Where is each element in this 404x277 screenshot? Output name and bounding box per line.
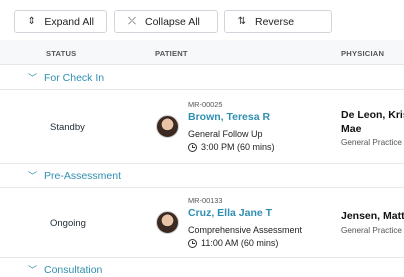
- appointment-time: 3:00 PM (60 mins): [188, 142, 275, 152]
- sort-arrows-icon: ⇅: [237, 15, 247, 27]
- toolbar: ⇕ Expand All ⤫ Collapse All ⇅ Reverse: [0, 0, 404, 40]
- collapse-icon: ⤫: [128, 15, 136, 27]
- patient-name-link[interactable]: Brown, Teresa R: [188, 111, 270, 123]
- chevron-down-icon: ﹀: [28, 73, 38, 83]
- table-row[interactable]: Ongoing MR-00133 Cruz, Ella Jane T Compr…: [0, 188, 404, 258]
- reverse-button[interactable]: ⇅ Reverse: [224, 10, 332, 33]
- mr-number: MR-00025: [188, 100, 223, 109]
- column-header-patient[interactable]: PATIENT: [155, 49, 188, 58]
- appointment-time-text: 11:00 AM (60 mins): [201, 238, 279, 248]
- table-header: STATUS PATIENT PHYSICIAN: [0, 40, 404, 65]
- physician-name: Jensen, Matth: [341, 210, 404, 222]
- appointment-time-text: 3:00 PM (60 mins): [201, 142, 275, 152]
- chevron-down-icon: ﹀: [28, 265, 38, 275]
- collapse-all-label: Collapse All: [145, 15, 200, 28]
- group-label: For Check In: [44, 71, 105, 84]
- expand-icon: ⇕: [27, 15, 36, 27]
- table-row[interactable]: Standby MR-00025 Brown, Teresa R General…: [0, 90, 404, 164]
- physician-name: De Leon, Kristi: [341, 109, 404, 121]
- column-header-status[interactable]: STATUS: [46, 49, 76, 58]
- group-header-consultation[interactable]: ﹀ Consultation: [0, 258, 404, 277]
- group-header-for-check-in[interactable]: ﹀ For Check In: [0, 66, 404, 90]
- group-label: Pre-Assessment: [44, 169, 122, 182]
- patient-name-link[interactable]: Cruz, Ella Jane T: [188, 207, 272, 219]
- group-label: Consultation: [44, 263, 103, 276]
- collapse-all-button[interactable]: ⤫ Collapse All: [114, 10, 218, 33]
- avatar: [156, 211, 179, 234]
- physician-specialty: General Practice: [341, 138, 402, 147]
- status-text: Ongoing: [50, 218, 86, 229]
- physician-specialty: General Practice: [341, 226, 402, 235]
- appointment-type: Comprehensive Assessment: [188, 225, 303, 235]
- clock-icon: [188, 142, 197, 152]
- appointment-time: 11:00 AM (60 mins): [188, 238, 278, 248]
- mr-number: MR-00133: [188, 196, 223, 205]
- chevron-down-icon: ﹀: [28, 171, 38, 181]
- column-header-physician[interactable]: PHYSICIAN: [341, 49, 384, 58]
- expand-all-button[interactable]: ⇕ Expand All: [14, 10, 107, 33]
- appointment-type: General Follow Up: [188, 129, 263, 139]
- group-header-pre-assessment[interactable]: ﹀ Pre-Assessment: [0, 164, 404, 188]
- physician-name-continued: Mae: [341, 123, 362, 135]
- avatar: [156, 115, 179, 138]
- expand-all-label: Expand All: [44, 15, 94, 28]
- reverse-label: Reverse: [255, 15, 295, 28]
- status-text: Standby: [50, 122, 85, 133]
- clock-icon: [188, 238, 197, 248]
